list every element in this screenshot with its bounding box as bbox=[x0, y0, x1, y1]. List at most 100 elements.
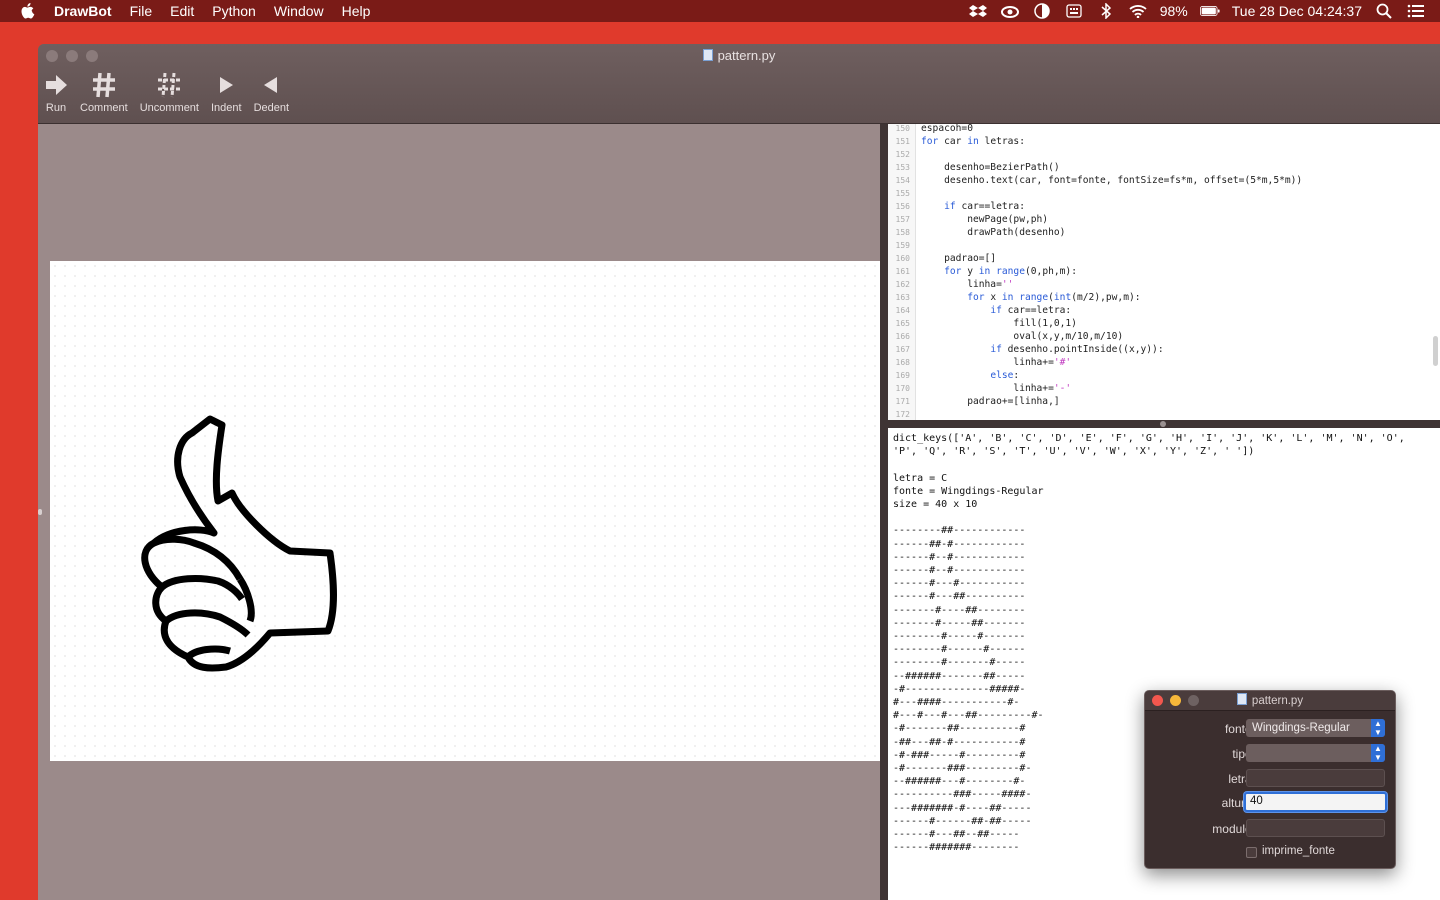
console-line: dict_keys(['A', 'B', 'C', 'D', 'E', 'F',… bbox=[893, 433, 1405, 444]
menu-help[interactable]: Help bbox=[342, 0, 371, 22]
panel-title: pattern.py bbox=[1251, 695, 1304, 707]
battery-percentage: 98% bbox=[1159, 3, 1188, 19]
line-number: 171 bbox=[895, 397, 910, 406]
code-text: desenho.text(car, font=fonte, fontSize=f… bbox=[921, 175, 1303, 186]
dropbox-icon[interactable] bbox=[968, 3, 988, 19]
line-number: 165 bbox=[895, 319, 910, 328]
code-line: 154 desenho.text(car, font=fonte, fontSi… bbox=[888, 174, 1303, 187]
line-number: 166 bbox=[895, 332, 910, 341]
vertical-split-divider[interactable] bbox=[880, 124, 888, 900]
code-line: 162 linha='' bbox=[888, 278, 1014, 291]
console-line: ------#------##-##----- bbox=[893, 815, 1032, 827]
indent-button[interactable]: Indent bbox=[211, 70, 242, 114]
console-line: ---#######-#----##----- bbox=[893, 802, 1032, 814]
apple-logo-icon[interactable] bbox=[20, 3, 40, 19]
line-number: 160 bbox=[895, 254, 910, 263]
console-line: -#-------###---------#- bbox=[893, 763, 1032, 774]
console-line: --------#------#------ bbox=[893, 644, 1026, 656]
dedent-button[interactable]: Dedent bbox=[254, 70, 289, 114]
modulo-row: modulo: bbox=[1145, 819, 1395, 839]
menu-clock[interactable]: Tue 28 Dec 04:24:37 bbox=[1232, 0, 1362, 22]
console-line: 'P', 'Q', 'R', 'S', 'T', 'U', 'V', 'W', … bbox=[893, 446, 1255, 458]
menu-bar: DrawBot File Edit Python Window Help 98%… bbox=[0, 0, 1440, 22]
code-line: 161 for y in range(0,ph,m): bbox=[888, 265, 1077, 278]
select-arrows-icon: ▲ ▼ bbox=[1371, 719, 1385, 737]
split-handle[interactable] bbox=[38, 509, 42, 515]
line-number: 164 bbox=[895, 306, 910, 315]
code-line: 172 bbox=[888, 408, 910, 420]
letra-input[interactable] bbox=[1246, 769, 1385, 787]
letra-row: letra: bbox=[1145, 769, 1395, 789]
uncomment-label: Uncomment bbox=[139, 102, 199, 114]
line-number: 163 bbox=[895, 293, 910, 302]
console-line: fonte = Wingdings-Regular bbox=[893, 485, 1044, 497]
console-line: ------#---##--##----- bbox=[893, 829, 1020, 840]
code-line: 167 if desenho.pointInside((x,y)): bbox=[888, 343, 1164, 356]
console-line: -------#----##-------- bbox=[893, 604, 1026, 616]
code-editor[interactable]: 150 espacoh=0 151 for car in letras: 152 153 … bbox=[888, 124, 1440, 420]
code-text: espacoh=0 bbox=[921, 124, 973, 134]
console-line: ------##-#------------ bbox=[893, 538, 1026, 550]
canvas-view[interactable] bbox=[38, 124, 880, 900]
altura-row: altura: 40 bbox=[1145, 792, 1395, 813]
editor-scrollbar[interactable] bbox=[1433, 336, 1438, 366]
control-center-icon[interactable] bbox=[1406, 3, 1426, 19]
keyboard-icon[interactable] bbox=[1064, 3, 1084, 19]
altura-input[interactable]: 40 bbox=[1244, 792, 1387, 812]
console-line: ------#--#------------ bbox=[893, 551, 1026, 563]
code-text: padrao+=[linha,] bbox=[921, 396, 1060, 407]
variables-panel: pattern.py fonte: Wingdings-Regular ▲ ▼ t… bbox=[1144, 690, 1396, 869]
code-text: oval(x,y,m/10,m/10) bbox=[921, 331, 1124, 342]
spotlight-search-icon[interactable] bbox=[1374, 3, 1394, 19]
menu-file[interactable]: File bbox=[130, 0, 153, 22]
thumbs-up-drawing bbox=[141, 415, 337, 672]
code-text: padrao=[] bbox=[921, 253, 997, 264]
run-label: Run bbox=[45, 102, 67, 114]
console-line: -#-------##----------# bbox=[893, 723, 1026, 735]
code-line: 163 for x in range(int(m/2),pw,m): bbox=[888, 291, 1141, 304]
python-file-icon bbox=[702, 49, 713, 61]
console-line: --------##------------ bbox=[893, 525, 1026, 537]
fonte-select-value: Wingdings-Regular bbox=[1252, 722, 1350, 734]
window-title: pattern.py bbox=[38, 48, 1440, 63]
line-number: 156 bbox=[895, 202, 910, 211]
code-text: else: bbox=[990, 370, 1020, 381]
menu-python[interactable]: Python bbox=[212, 0, 256, 22]
code-line: 155 bbox=[888, 187, 910, 200]
battery-icon[interactable] bbox=[1199, 3, 1220, 19]
menu-app-name[interactable]: DrawBot bbox=[54, 0, 112, 22]
menu-edit[interactable]: Edit bbox=[170, 0, 194, 22]
modulo-input[interactable] bbox=[1246, 819, 1385, 837]
creative-cloud-icon[interactable] bbox=[1000, 3, 1020, 19]
bluetooth-icon[interactable] bbox=[1096, 3, 1116, 19]
imprime-fonte-checkbox[interactable] bbox=[1246, 847, 1257, 858]
horizontal-split-divider[interactable] bbox=[888, 420, 1440, 428]
select-arrows-icon: ▲ ▼ bbox=[1371, 744, 1385, 762]
console-line: --------#-----#------- bbox=[893, 631, 1026, 642]
code-text: for car in letras: bbox=[921, 136, 1025, 147]
console-line: -##---##-#-----------# bbox=[893, 736, 1026, 748]
tipo-select[interactable]: ▲ ▼ bbox=[1246, 744, 1385, 762]
imprime-fonte-label[interactable]: imprime_fonte bbox=[1262, 845, 1335, 857]
python-file-icon bbox=[1236, 693, 1247, 705]
menu-window[interactable]: Window bbox=[274, 0, 324, 22]
console-line: -#--------------#####- bbox=[893, 683, 1026, 695]
wifi-icon[interactable] bbox=[1128, 3, 1148, 19]
console-line: --------#-------#----- bbox=[893, 657, 1026, 669]
night-shift-icon[interactable] bbox=[1032, 3, 1052, 19]
panel-minimize-button[interactable] bbox=[1170, 695, 1181, 706]
fonte-select[interactable]: Wingdings-Regular ▲ ▼ bbox=[1246, 719, 1385, 737]
line-number: 161 bbox=[895, 267, 910, 276]
line-number: 155 bbox=[895, 189, 910, 198]
dedent-triangle-icon bbox=[264, 77, 278, 93]
panel-close-button[interactable] bbox=[1152, 695, 1163, 706]
comment-button[interactable]: Comment bbox=[80, 70, 128, 114]
console-line: -------#-----##------- bbox=[893, 617, 1026, 629]
panel-zoom-button[interactable] bbox=[1188, 695, 1199, 706]
run-button[interactable]: Run bbox=[44, 70, 68, 114]
console-line: ------#--#------------ bbox=[893, 565, 1026, 576]
uncomment-button[interactable]: Uncomment bbox=[140, 70, 199, 114]
indent-label: Indent bbox=[210, 102, 242, 114]
comment-label: Comment bbox=[80, 102, 128, 114]
code-line: 159 bbox=[888, 239, 910, 252]
